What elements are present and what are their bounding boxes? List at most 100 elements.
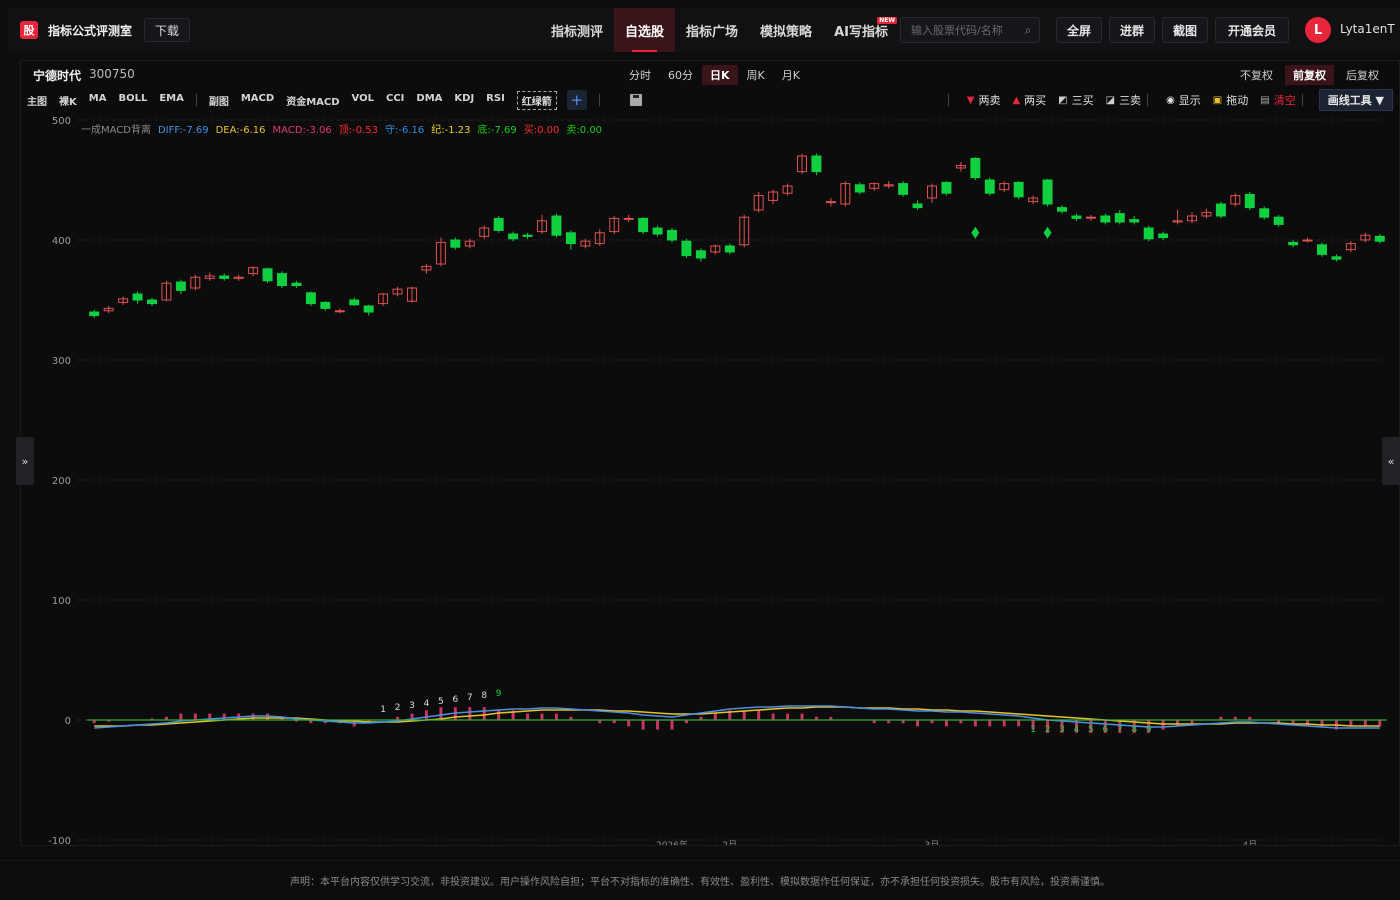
expand-left-tab[interactable]: » xyxy=(16,437,34,485)
sub-indicator-2[interactable]: 资金MACD xyxy=(280,93,345,108)
main-indicator-1[interactable]: 裸K xyxy=(53,93,83,108)
candle[interactable] xyxy=(551,215,562,236)
period-tab-0[interactable]: 分时 xyxy=(621,65,659,85)
candle[interactable] xyxy=(349,299,360,306)
download-button[interactable]: 下载 xyxy=(144,18,191,42)
candle[interactable] xyxy=(898,183,909,195)
period-tab-2[interactable]: 日K xyxy=(702,65,738,85)
candle[interactable] xyxy=(970,157,981,179)
period-tab-4[interactable]: 月K xyxy=(774,65,808,85)
two-buy-tool[interactable]: ▲ 两买 xyxy=(1012,92,1046,108)
candle[interactable] xyxy=(1114,213,1125,223)
candle[interactable] xyxy=(522,234,533,237)
main-indicator-0[interactable]: 主图 xyxy=(21,93,53,108)
candle[interactable] xyxy=(334,310,345,313)
candle[interactable] xyxy=(175,281,186,291)
candle[interactable] xyxy=(262,268,273,282)
screenshot-button[interactable]: 截图 xyxy=(1162,17,1208,43)
show-tool[interactable]: ◉ 显示 xyxy=(1166,92,1201,108)
candle[interactable] xyxy=(1317,244,1327,255)
candle[interactable] xyxy=(681,240,692,257)
expand-right-tab[interactable]: « xyxy=(1382,437,1400,485)
candle[interactable] xyxy=(1244,193,1255,209)
candle[interactable] xyxy=(1085,216,1096,219)
add-indicator-icon[interactable]: + xyxy=(566,90,587,110)
candle[interactable] xyxy=(320,301,331,309)
candle[interactable] xyxy=(724,245,735,253)
period-tab-3[interactable]: 周K xyxy=(739,65,773,85)
sub-indicator-7[interactable]: RSI xyxy=(480,93,511,108)
sub-indicator-5[interactable]: DMA xyxy=(410,93,448,108)
candle[interactable] xyxy=(1071,215,1082,219)
candle[interactable] xyxy=(219,275,230,279)
candle[interactable] xyxy=(1259,208,1270,218)
candle[interactable] xyxy=(825,201,836,204)
sub-indicator-6[interactable]: KDJ xyxy=(448,93,480,108)
candle[interactable] xyxy=(1042,179,1053,205)
candle[interactable] xyxy=(508,233,519,240)
logo[interactable]: 股 指标公式评测室 xyxy=(20,21,132,39)
candle[interactable] xyxy=(493,217,504,231)
candle[interactable] xyxy=(277,273,287,287)
adjust-tab-0[interactable]: 不复权 xyxy=(1232,65,1281,85)
candle[interactable] xyxy=(147,299,157,305)
two-sell-tool[interactable]: ▼ 两卖 xyxy=(967,92,1001,108)
nav-item-3[interactable]: 模拟策略 xyxy=(749,8,823,52)
candle[interactable] xyxy=(652,227,663,235)
sub-indicator-0[interactable]: 副图 xyxy=(203,93,235,108)
kline-chart[interactable]: 5004003002001000-1002026年2月3月4月一成MACD背离D… xyxy=(21,111,1399,845)
candle[interactable] xyxy=(1374,235,1385,242)
adjust-tab-1[interactable]: 前复权 xyxy=(1285,65,1334,85)
candle[interactable] xyxy=(638,217,649,233)
save-icon[interactable] xyxy=(629,94,642,106)
candle[interactable] xyxy=(695,250,706,259)
candle[interactable] xyxy=(1288,241,1299,246)
clear-tool[interactable]: ▤ 清空 xyxy=(1260,92,1295,108)
candle[interactable] xyxy=(305,292,316,305)
search-icon[interactable]: ⌕ xyxy=(1017,23,1039,38)
nav-item-2[interactable]: 指标广场 xyxy=(675,8,749,52)
nav-item-1[interactable]: 自选股 xyxy=(614,8,676,52)
sub-indicator-4[interactable]: CCI xyxy=(380,93,410,108)
candle[interactable] xyxy=(132,293,143,301)
candle[interactable] xyxy=(1100,215,1111,223)
candle[interactable] xyxy=(1013,181,1024,198)
candle[interactable] xyxy=(89,311,100,317)
avatar[interactable]: L xyxy=(1305,17,1331,43)
membership-button[interactable]: 开通会员 xyxy=(1215,17,1289,43)
main-indicator-3[interactable]: BOLL xyxy=(112,93,153,108)
stock-search[interactable]: ⌕ xyxy=(900,17,1040,43)
search-input[interactable] xyxy=(901,23,1017,37)
red-green-arrow-button[interactable]: 红绿箭 xyxy=(516,90,557,110)
period-tab-1[interactable]: 60分 xyxy=(660,65,701,85)
username[interactable]: Lyta1enT xyxy=(1340,22,1395,36)
candle[interactable] xyxy=(912,203,923,209)
main-indicator-2[interactable]: MA xyxy=(83,93,113,108)
nav-item-4[interactable]: AI写指标 NEW xyxy=(823,8,899,52)
sub-indicator-3[interactable]: VOL xyxy=(346,93,380,108)
candle[interactable] xyxy=(811,155,822,173)
candle[interactable] xyxy=(363,305,374,313)
adjust-tab-2[interactable]: 后复权 xyxy=(1338,65,1387,85)
fullscreen-button[interactable]: 全屏 xyxy=(1056,17,1102,43)
main-indicator-4[interactable]: EMA xyxy=(153,93,190,108)
candle[interactable] xyxy=(1273,216,1284,225)
candle[interactable] xyxy=(1129,219,1140,223)
draw-tool-dropdown[interactable]: 画线工具 ▼ xyxy=(1318,89,1393,111)
candle[interactable] xyxy=(1158,233,1169,239)
candle[interactable] xyxy=(941,181,952,194)
candle[interactable] xyxy=(291,282,302,287)
candle[interactable] xyxy=(854,184,865,193)
drag-tool[interactable]: ▣ 拖动 xyxy=(1213,92,1248,108)
candle[interactable] xyxy=(623,217,634,220)
sub-indicator-1[interactable]: MACD xyxy=(235,93,280,108)
candle[interactable] xyxy=(450,239,461,248)
candle[interactable] xyxy=(1215,203,1226,217)
candle[interactable] xyxy=(1057,207,1067,212)
candle[interactable] xyxy=(1331,256,1342,260)
candle[interactable] xyxy=(1302,239,1313,242)
candle[interactable] xyxy=(1143,227,1154,240)
candle[interactable] xyxy=(565,232,576,245)
nav-item-0[interactable]: 指标测评 xyxy=(540,8,614,52)
three-buy-tool[interactable]: ◩ 三买 xyxy=(1058,92,1093,108)
